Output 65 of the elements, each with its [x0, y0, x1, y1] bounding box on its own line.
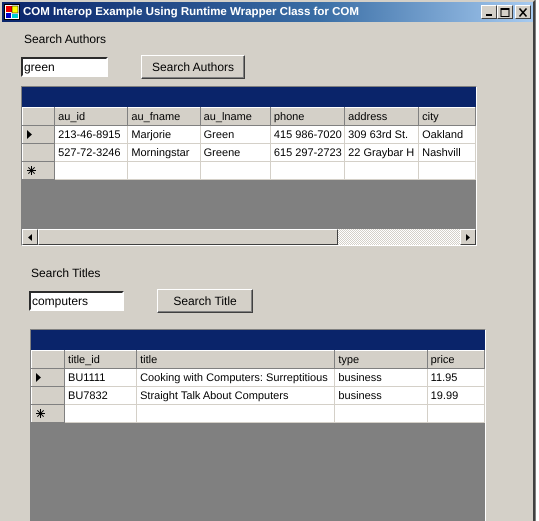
maximize-button[interactable]	[497, 5, 513, 19]
minimize-icon	[486, 14, 492, 16]
app-icon	[4, 4, 20, 20]
column-header[interactable]: address	[344, 108, 419, 126]
table-cell: 213-46-8915	[54, 126, 128, 144]
column-header[interactable]: city	[418, 108, 476, 126]
table-cell: 11.95	[427, 368, 484, 386]
table-cell: Cooking with Computers: Surreptitious	[136, 368, 335, 386]
table-cell: 22 Graybar H	[344, 144, 419, 162]
empty-cell[interactable]	[344, 162, 419, 180]
row-header[interactable]	[22, 126, 55, 144]
row-header	[32, 350, 65, 368]
maximize-icon	[500, 8, 510, 16]
table-cell: 19.99	[427, 386, 484, 404]
window-title: COM Interop Example Using Runtime Wrapper Class for COM	[23, 6, 360, 18]
scrollbar-thumb[interactable]	[38, 229, 338, 245]
empty-cell[interactable]	[418, 162, 476, 180]
table-cell: 309 63rd St.	[344, 126, 419, 144]
empty-cell[interactable]	[136, 404, 335, 422]
scroll-right-button[interactable]	[460, 229, 476, 245]
table-cell: Green	[200, 126, 270, 144]
column-header[interactable]: title	[136, 350, 335, 368]
column-header[interactable]: title_id	[64, 350, 137, 368]
column-header[interactable]: au_fname	[128, 108, 200, 126]
table-cell: BU7832	[64, 386, 137, 404]
current-row-icon	[27, 130, 32, 139]
scroll-left-button[interactable]	[22, 229, 38, 245]
search-field[interactable]: computers	[29, 291, 124, 311]
column-header[interactable]: price	[427, 350, 484, 368]
table-cell: 527-72-3246	[54, 144, 128, 162]
search-field[interactable]: green	[21, 57, 108, 77]
table-cell: BU1111	[64, 368, 137, 386]
asterisk-icon	[27, 166, 36, 175]
table-cell: 415 986-7020	[270, 126, 345, 144]
column-header[interactable]: au_lname	[200, 108, 270, 126]
close-icon	[518, 8, 528, 16]
search-button[interactable]: Search Title	[157, 289, 253, 313]
asterisk-icon	[36, 409, 45, 418]
close-button[interactable]	[515, 5, 531, 19]
column-header[interactable]: au_id	[54, 108, 128, 126]
right-arrow-icon	[466, 234, 470, 240]
table-cell: Oakland	[418, 126, 476, 144]
minimize-button[interactable]	[481, 5, 497, 19]
row-header	[22, 108, 55, 126]
column-header[interactable]: type	[334, 350, 428, 368]
empty-cell[interactable]	[270, 162, 345, 180]
table-cell: Greene	[200, 144, 270, 162]
table-cell: 615 297-2723	[270, 144, 345, 162]
table-cell: Marjorie	[128, 126, 200, 144]
column-header[interactable]: phone	[270, 108, 345, 126]
table-cell: Morningstar	[128, 144, 200, 162]
search-button[interactable]: Search Authors	[141, 55, 245, 79]
table-cell: Straight Talk About Computers	[136, 386, 335, 404]
table-cell: Nashvill	[418, 144, 476, 162]
table-cell: business	[334, 386, 428, 404]
empty-cell[interactable]	[200, 162, 270, 180]
table-cell: business	[334, 368, 428, 386]
row-header[interactable]	[32, 368, 65, 386]
empty-cell[interactable]	[334, 404, 428, 422]
field-label: Search Titles	[31, 266, 102, 280]
current-row-icon	[36, 373, 41, 382]
left-arrow-icon	[28, 234, 32, 240]
field-label: Search Authors	[24, 32, 108, 46]
empty-cell[interactable]	[128, 162, 200, 180]
empty-cell[interactable]	[427, 404, 484, 422]
